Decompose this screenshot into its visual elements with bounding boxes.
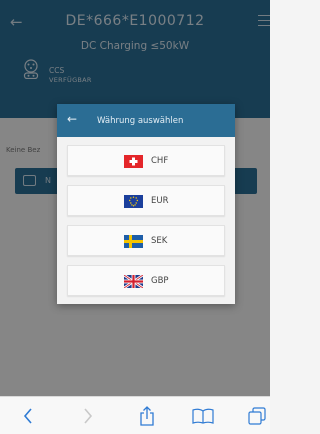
switzerland-flag-icon [124, 155, 143, 168]
currency-code: GBP [151, 276, 169, 286]
currency-code: EUR [151, 196, 169, 206]
currency-option-gbp[interactable]: GBP [67, 265, 225, 296]
dialog-back-arrow-icon[interactable]: ← [67, 112, 77, 126]
currency-code: SEK [151, 236, 168, 246]
dialog-header: ← Währung auswählen [57, 104, 235, 137]
eu-flag-icon [124, 195, 143, 208]
currency-option-sek[interactable]: SEK [67, 225, 225, 256]
share-icon[interactable] [136, 397, 158, 434]
uk-flag-icon [124, 275, 143, 288]
sweden-flag-icon [124, 235, 143, 248]
chevron-left-icon[interactable] [18, 397, 38, 434]
chevron-right-icon[interactable] [78, 397, 98, 434]
currency-option-eur[interactable]: EUR [67, 185, 225, 216]
tabs-icon[interactable] [246, 397, 268, 434]
book-icon[interactable] [190, 397, 216, 434]
dialog-title: Währung auswählen [97, 116, 184, 126]
currency-code: CHF [151, 156, 169, 166]
currency-option-chf[interactable]: CHF [67, 145, 225, 176]
currency-select-dialog: ← Währung auswählen CHF EUR SEK GBP [57, 104, 235, 304]
browser-toolbar [0, 396, 270, 434]
